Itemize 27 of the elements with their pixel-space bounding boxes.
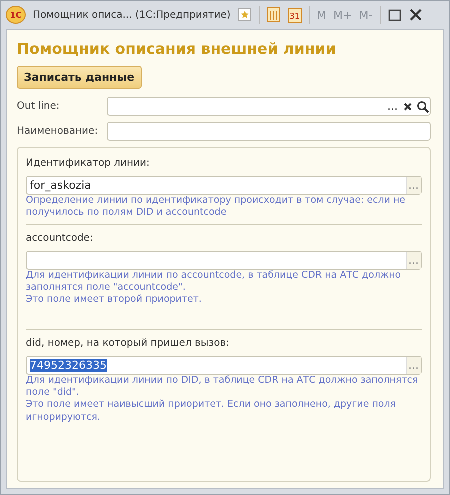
close-icon[interactable] (408, 8, 423, 22)
field-label: accountcode: (26, 232, 94, 244)
search-icon[interactable] (416, 100, 430, 114)
field-label: Out line: (17, 101, 61, 112)
input-field[interactable]: ... (107, 97, 431, 116)
hint-text: Это поле имеет второй приоритет. (26, 294, 203, 307)
select-button[interactable]: ... (406, 177, 421, 194)
app-logo: 1С (6, 6, 26, 24)
window-title: Помощник описа... (1С:Предприятие) (33, 10, 231, 20)
select-button[interactable]: ... (406, 252, 421, 269)
hint-text: Определение линии по идентификатору происходит в том случае: если не получилось по полям DID и accountcode (26, 195, 407, 220)
input-field[interactable]: ... (26, 250, 422, 270)
hint-text: Для идентификации линии по accountcode, в таблице CDR на АТС должно заполнятся поле "accountcode". (26, 270, 402, 294)
input-field[interactable]: for_askozia ... (26, 176, 422, 195)
maximize-icon[interactable] (388, 8, 402, 22)
hint-text: Это поле имеет наивысший приоритет. Если оно заполнено, другие поля игнорируются. (26, 399, 398, 424)
select-button[interactable]: ... (386, 101, 400, 112)
form-heading: Помощник описания внешней линии (17, 40, 336, 58)
field-label: did, номер, на который пришел вызов: (26, 338, 231, 349)
input-field[interactable]: 74952326335 ... (26, 356, 422, 375)
hint-text: Для идентификации линии по DID, в таблице CDR на АТС должно заполнятся поле "did". (26, 374, 420, 400)
select-button[interactable]: ... (406, 356, 421, 374)
save-button[interactable]: Записать данные (17, 66, 142, 89)
field-label: Наименование: (17, 126, 100, 137)
calendar-icon[interactable]: 31 (288, 8, 302, 22)
input-field[interactable] (107, 122, 431, 141)
field-label: Идентификатор линии: (26, 158, 151, 169)
